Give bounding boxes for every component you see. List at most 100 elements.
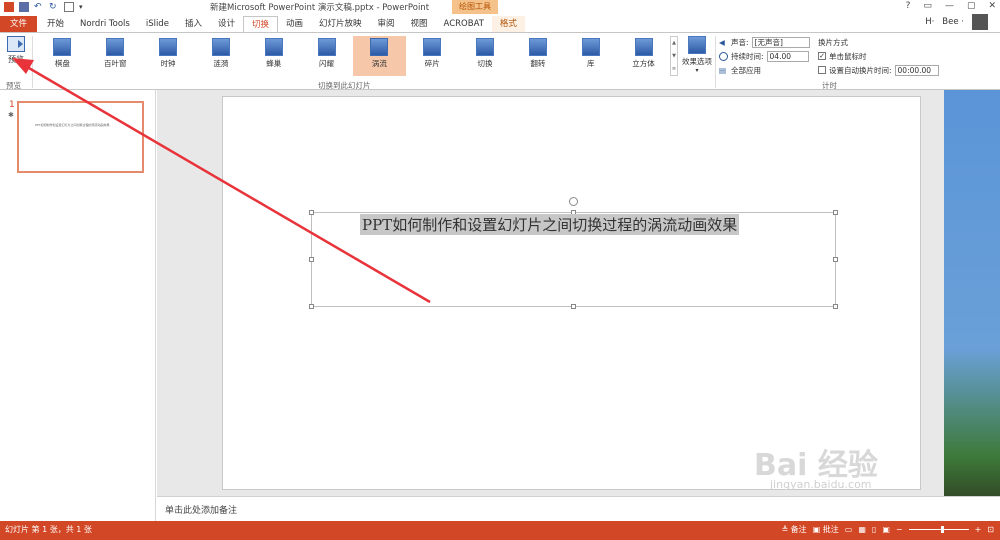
- window-title: 新建Microsoft PowerPoint 演示文稿.pptx - Power…: [210, 3, 430, 13]
- undo-icon[interactable]: ↶: [34, 2, 44, 12]
- gallery-scroll[interactable]: ▲ ▼ ≡: [670, 36, 678, 76]
- tab-acrobat[interactable]: ACROBAT: [436, 16, 492, 32]
- notes-pane[interactable]: 单击此处添加备注: [157, 496, 1000, 521]
- tab-slideshow[interactable]: 幻灯片放映: [311, 16, 370, 32]
- tab-transitions[interactable]: 切换: [242, 16, 278, 32]
- slideshow-icon[interactable]: ▣: [882, 525, 890, 534]
- resize-handle[interactable]: [833, 257, 838, 262]
- effect-options-icon: [688, 36, 706, 54]
- tab-insert[interactable]: 插入: [177, 16, 210, 32]
- tab-animations[interactable]: 动画: [278, 16, 311, 32]
- transition-glitter[interactable]: 闪耀: [300, 36, 353, 76]
- status-bar: 幻灯片 第 1 张，共 1 张 ≜ 备注 ▣ 批注 ▭ ▦ ▯ ▣ − + ⊡: [0, 521, 1000, 540]
- powerpoint-logo-icon: [4, 2, 14, 12]
- help-button[interactable]: ?: [906, 1, 911, 11]
- slide-sorter-icon[interactable]: ▦: [858, 525, 866, 534]
- slide-canvas: PPT如何制作和设置幻灯片之间切换过程的涡流动画效果: [157, 90, 1000, 496]
- resize-handle[interactable]: [309, 210, 314, 215]
- switch-icon: [476, 38, 495, 56]
- zoom-in-icon[interactable]: +: [975, 525, 982, 534]
- slide[interactable]: PPT如何制作和设置幻灯片之间切换过程的涡流动画效果: [222, 96, 921, 490]
- save-icon[interactable]: [19, 2, 29, 12]
- honeycomb-icon: [264, 38, 283, 56]
- present-icon[interactable]: [64, 2, 74, 12]
- shred-icon: [423, 38, 442, 56]
- tab-format[interactable]: 格式: [491, 16, 525, 32]
- rotate-handle-icon[interactable]: [569, 197, 578, 206]
- cube-icon: [634, 38, 653, 56]
- tab-review[interactable]: 审阅: [370, 16, 403, 32]
- user-initial: H·: [925, 17, 935, 27]
- transition-gallery: 棋盘 百叶窗 时钟 涟漪 蜂巢 闪耀 涡流 碎片 切换 翻转 库 立方体: [36, 36, 670, 76]
- tab-home[interactable]: 开始: [39, 16, 72, 32]
- comments-toggle[interactable]: ▣ 批注: [813, 524, 839, 535]
- notes-placeholder: 单击此处添加备注: [165, 506, 238, 516]
- flip-icon: [528, 38, 547, 56]
- transition-vortex[interactable]: 涡流: [352, 36, 406, 76]
- on-click-checkbox[interactable]: ✓: [818, 52, 826, 60]
- chevron-down-icon[interactable]: ▼: [671, 50, 677, 63]
- duration-label: 持续时间:: [731, 51, 764, 61]
- user-account[interactable]: H· Bee ·: [925, 14, 988, 30]
- on-click-label: 单击鼠标时: [829, 51, 867, 61]
- resize-handle[interactable]: [571, 304, 576, 309]
- advance-label: 换片方式: [818, 37, 848, 47]
- close-button[interactable]: ✕: [988, 1, 996, 11]
- transition-gallery-item[interactable]: 库: [564, 36, 617, 76]
- zoom-out-icon[interactable]: −: [896, 525, 903, 534]
- tab-view[interactable]: 视图: [403, 16, 436, 32]
- title-textbox[interactable]: PPT如何制作和设置幻灯片之间切换过程的涡流动画效果: [309, 197, 838, 309]
- desktop-wallpaper: [944, 90, 1000, 521]
- redo-icon[interactable]: ↻: [49, 2, 59, 12]
- ripple-icon: [211, 38, 230, 56]
- chevron-up-icon[interactable]: ▲: [671, 37, 677, 50]
- group-divider: [715, 36, 716, 88]
- slide-thumbnail[interactable]: PPT如何制作和设置幻灯片之间切换过程的涡流动画效果: [17, 101, 144, 173]
- gallery-icon: [581, 38, 600, 56]
- zoom-slider[interactable]: [908, 526, 969, 533]
- tab-file[interactable]: 文件: [0, 16, 38, 32]
- glitter-icon: [317, 38, 336, 56]
- contextual-tab-group: 绘图工具: [452, 0, 498, 14]
- normal-view-icon[interactable]: ▭: [845, 525, 853, 534]
- more-icon[interactable]: ≡: [671, 63, 677, 76]
- after-checkbox[interactable]: [818, 66, 826, 74]
- transition-switch[interactable]: 切换: [459, 36, 512, 76]
- fit-slide-icon[interactable]: ⊡: [987, 525, 994, 534]
- resize-handle[interactable]: [309, 304, 314, 309]
- reading-view-icon[interactable]: ▯: [872, 525, 876, 534]
- resize-handle[interactable]: [833, 304, 838, 309]
- tab-islide[interactable]: iSlide: [138, 16, 177, 32]
- transition-blinds[interactable]: 百叶窗: [89, 36, 142, 76]
- transition-honeycomb[interactable]: 蜂巢: [247, 36, 300, 76]
- effect-options-button[interactable]: 效果选项 ▾: [681, 36, 713, 78]
- customize-qat-icon[interactable]: ▾: [79, 2, 89, 12]
- ribbon-tabs: 文件 开始 Nordri Tools iSlide 插入 设计 切换 动画 幻灯…: [0, 14, 1000, 32]
- after-time-input[interactable]: 00:00.00: [894, 64, 939, 76]
- notes-toggle[interactable]: ≜ 备注: [781, 524, 806, 535]
- resize-handle[interactable]: [309, 257, 314, 262]
- preview-button[interactable]: 预览: [4, 36, 28, 76]
- apply-all-button[interactable]: 全部应用: [731, 65, 761, 76]
- transition-flip[interactable]: 翻转: [511, 36, 564, 76]
- transition-clock[interactable]: 时钟: [142, 36, 195, 76]
- minimize-button[interactable]: —: [945, 1, 954, 11]
- advance-slide-group: 换片方式 ✓ 单击鼠标时 设置自动换片时间: 00:00.00: [818, 35, 939, 77]
- checkerboard-icon: [53, 38, 72, 56]
- sound-dropdown[interactable]: [无声音]: [751, 36, 810, 48]
- maximize-button[interactable]: ▢: [967, 1, 976, 11]
- ribbon-display-button[interactable]: ▭: [923, 1, 932, 11]
- slide-title-text[interactable]: PPT如何制作和设置幻灯片之间切换过程的涡流动画效果: [360, 214, 740, 235]
- transition-cube[interactable]: 立方体: [617, 36, 670, 76]
- transition-checkerboard[interactable]: 棋盘: [36, 36, 89, 76]
- sound-icon: ◀: [719, 37, 725, 47]
- slide-count: 幻灯片 第 1 张，共 1 张: [5, 525, 92, 534]
- clock-icon: [159, 38, 178, 56]
- tab-nordri-tools[interactable]: Nordri Tools: [72, 16, 138, 32]
- tab-design[interactable]: 设计: [210, 16, 243, 32]
- duration-input[interactable]: 04.00: [766, 50, 809, 62]
- transition-ripple[interactable]: 涟漪: [194, 36, 247, 76]
- effect-options-label: 效果选项: [682, 57, 712, 66]
- resize-handle[interactable]: [833, 210, 838, 215]
- transition-shred[interactable]: 碎片: [406, 36, 459, 76]
